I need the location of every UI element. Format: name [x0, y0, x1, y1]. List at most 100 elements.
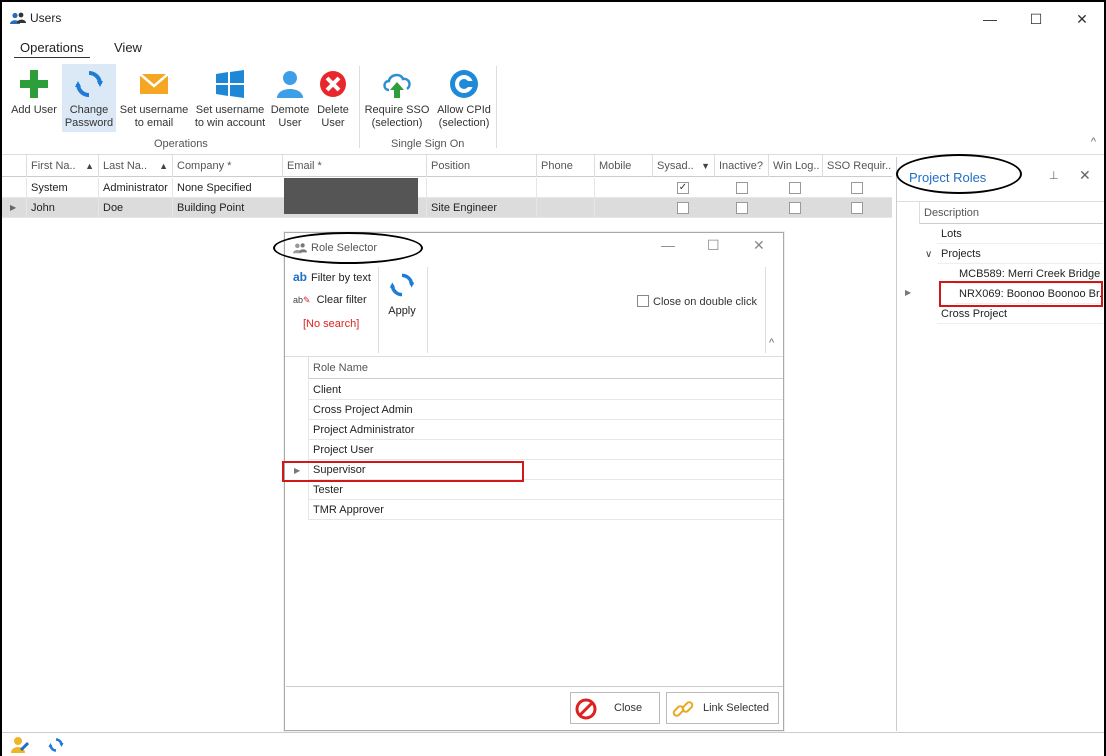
col-sysad[interactable]: Sysad.. ▼ [652, 155, 714, 177]
list-item[interactable]: Project Administrator [308, 420, 783, 440]
refresh-icon[interactable] [48, 737, 64, 753]
plus-icon [20, 70, 48, 98]
col-role-name[interactable]: Role Name [308, 357, 783, 379]
apply-label: Apply [388, 305, 416, 317]
table-row[interactable]: ▶ John Doe Building Point Site Engineer [2, 198, 892, 218]
clear-filter-button[interactable]: ab✎ Clear filter [293, 294, 367, 306]
dialog-footer: Close Link Selected [285, 688, 783, 730]
group-label-operations: Operations [154, 138, 208, 150]
col-last-name-label: Last Na.. [103, 160, 148, 172]
grid-header: First Na.. ▲ Last Na.. ▲ Company * Email *… [2, 155, 892, 177]
filter-dropdown-icon[interactable]: ▼ [701, 155, 710, 177]
close-on-double-click-option[interactable]: Close on double click [637, 295, 757, 308]
list-item[interactable]: Project User [308, 440, 783, 460]
edit-user-icon[interactable] [11, 736, 29, 754]
dialog-maximize-button[interactable]: ☐ [707, 237, 720, 254]
dialog-close-button[interactable]: ✕ [753, 237, 765, 254]
win-login-checkbox[interactable] [789, 182, 801, 194]
inactive-checkbox[interactable] [736, 182, 748, 194]
set-email-label-2: to email [134, 117, 174, 129]
highlight-box-supervisor [282, 461, 524, 482]
delete-icon [320, 71, 346, 97]
cell-last-name: Administrator [98, 178, 172, 198]
demote-user-button[interactable]: Demote User [268, 64, 312, 132]
delete-user-button[interactable]: Delete User [312, 64, 354, 132]
list-item[interactable]: Client [308, 380, 783, 400]
cell-first-name: John [26, 198, 98, 218]
table-row[interactable]: System Administrator None Specified ✓ [2, 178, 892, 198]
cell-last-name: Doe [98, 198, 172, 218]
users-icon [10, 12, 26, 24]
col-mobile[interactable]: Mobile [594, 155, 652, 177]
cell-company: Building Point [172, 198, 282, 218]
win-login-checkbox[interactable] [789, 202, 801, 214]
col-first-name[interactable]: First Na.. ▲ [26, 155, 98, 177]
role-grid: Role Name Client Cross Project Admin Pro… [286, 357, 783, 687]
sso-required-checkbox[interactable] [851, 202, 863, 214]
list-item[interactable]: TMR Approver [308, 500, 783, 520]
sso-required-checkbox[interactable] [851, 182, 863, 194]
sysad-checkbox[interactable]: ✓ [677, 182, 689, 194]
require-sso-label-2: (selection) [371, 117, 423, 129]
project-roles-panel: Project Roles ⊥ ✕ Description Lots ∨ Pro… [896, 157, 1104, 731]
change-password-label-1: Change [69, 104, 109, 116]
dialog-toolbar: ab Filter by text ab✎ Clear filter [No sea… [285, 265, 783, 357]
highlight-box-nrx069 [939, 281, 1103, 307]
col-first-name-label: First Na.. [31, 160, 76, 172]
require-sso-button[interactable]: Require SSO (selection) [362, 64, 432, 132]
close-button[interactable]: ✕ [1060, 6, 1104, 32]
change-password-button[interactable]: Change Password [62, 64, 116, 132]
window-title: Users [30, 11, 62, 25]
pin-icon[interactable]: ⊥ [1049, 169, 1059, 182]
annotation-ellipse-role-selector [273, 232, 423, 264]
col-position[interactable]: Position [426, 155, 536, 177]
list-item[interactable]: Cross Project Admin [308, 400, 783, 420]
cell-phone [536, 178, 594, 198]
allow-cpid-label-2: (selection) [438, 117, 490, 129]
cell-first-name: System [26, 178, 98, 198]
allow-cpid-button[interactable]: Allow CPId (selection) [434, 64, 494, 132]
set-username-win-button[interactable]: Set username to win account [192, 64, 268, 132]
add-user-button[interactable]: Add User [8, 64, 60, 132]
tree-node-projects[interactable]: Projects [937, 244, 1103, 264]
col-sso-required[interactable]: SSO Requir... [822, 155, 892, 177]
minimize-button[interactable]: — [968, 6, 1012, 32]
tree-header-description[interactable]: Description [919, 202, 1103, 224]
refresh-icon [389, 273, 415, 297]
demote-label-2: User [278, 117, 302, 129]
chevron-down-icon[interactable]: ∨ [925, 249, 932, 260]
ribbon-collapse-button[interactable]: ^ [1091, 136, 1096, 148]
close-dialog-button[interactable]: Close [570, 692, 660, 724]
panel-close-icon[interactable]: ✕ [1079, 167, 1091, 184]
col-phone[interactable]: Phone [536, 155, 594, 177]
col-email[interactable]: Email * [282, 155, 426, 177]
col-last-name[interactable]: Last Na.. ▲ [98, 155, 172, 177]
dialog-minimize-button[interactable]: — [661, 237, 675, 253]
set-win-label-1: Set username [195, 104, 265, 116]
link-selected-button[interactable]: Link Selected [666, 692, 779, 724]
col-win-login[interactable]: Win Log.. [768, 155, 822, 177]
tree-node-lots[interactable]: Lots [937, 224, 1103, 244]
cell-position [426, 178, 536, 198]
cell-position: Site Engineer [426, 198, 536, 218]
user-icon [277, 71, 303, 98]
list-item[interactable]: Tester [308, 480, 783, 500]
tree-node-cross-project[interactable]: Cross Project [937, 304, 1103, 324]
filter-by-text-button[interactable]: ab Filter by text [293, 270, 371, 284]
title-bar: Users — ☐ ✕ [2, 2, 1104, 34]
tab-view[interactable]: View [108, 38, 148, 57]
group-label-sso: Single Sign On [391, 138, 465, 150]
ribbon-separator [359, 66, 360, 148]
maximize-button[interactable]: ☐ [1014, 6, 1058, 32]
toolbar-collapse-button[interactable]: ^ [769, 337, 774, 349]
col-inactive[interactable]: Inactive? [714, 155, 768, 177]
tab-operations[interactable]: Operations [14, 38, 90, 58]
apply-button[interactable]: Apply [383, 271, 421, 317]
clear-filter-icon: ab✎ [293, 295, 311, 305]
sysad-checkbox[interactable] [677, 202, 689, 214]
col-company[interactable]: Company * [172, 155, 282, 177]
link-icon [672, 701, 694, 717]
close-on-double-click-checkbox[interactable] [637, 295, 649, 307]
inactive-checkbox[interactable] [736, 202, 748, 214]
set-username-email-button[interactable]: Set username to email [118, 64, 190, 132]
